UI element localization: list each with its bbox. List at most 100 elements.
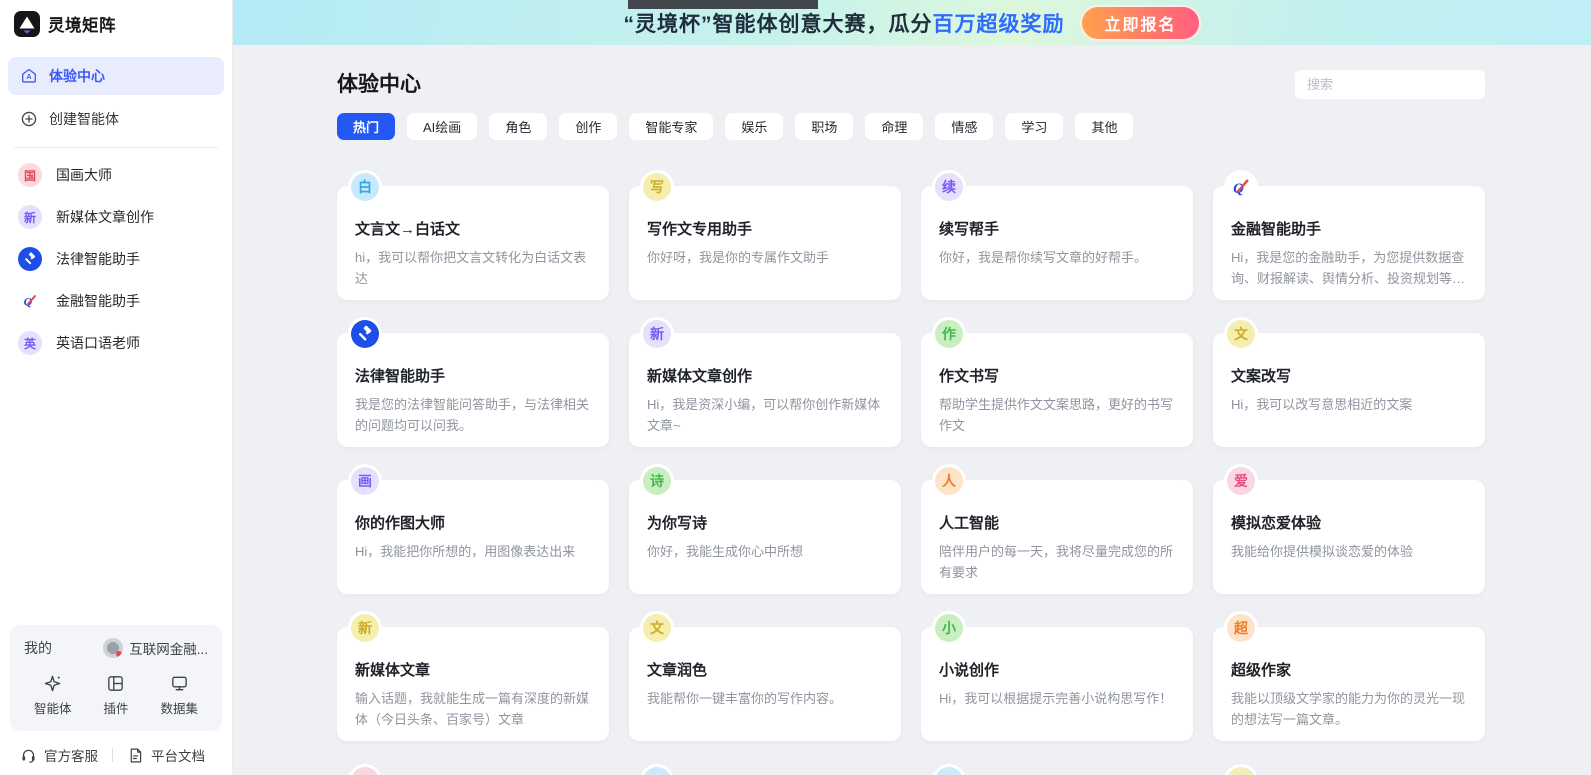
dataset-icon xyxy=(170,674,189,693)
card-title: 文言文→白话文 xyxy=(355,221,461,238)
tab-AI绘画[interactable]: AI绘画 xyxy=(407,113,478,140)
sidebar-agent-item[interactable]: Q 金融智能助手 xyxy=(8,280,224,322)
brand[interactable]: 灵境矩阵 xyxy=(0,0,232,37)
sidebar-agent-item[interactable]: 法律智能助手 xyxy=(8,238,224,280)
agent-card[interactable]: 新新媒体文章创作 Hi，我是资深小编，可以帮你创作新媒体文章~ xyxy=(629,320,901,447)
agent-initial-avatar: 新 xyxy=(18,205,42,229)
shortcut-label: 数据集 xyxy=(160,702,198,716)
sidebar-nav: A 体验中心 创建智能体 xyxy=(0,37,232,138)
agent-label: 英语口语老师 xyxy=(56,335,140,351)
tab-智能专家[interactable]: 智能专家 xyxy=(629,113,714,140)
agent-card[interactable]: 画你的作图大师 Hi，我能把你所想的，用图像表达出来 xyxy=(337,467,609,594)
card-description: Hi，我可以改写意思相近的文案 xyxy=(1231,397,1413,412)
agent-label: 法律智能助手 xyxy=(56,251,140,267)
footer-link-support[interactable]: 官方客服 xyxy=(20,745,98,765)
card-title: 为你写诗 xyxy=(647,515,708,532)
plus-circle-icon xyxy=(20,110,38,128)
agent-initial-avatar: 新 xyxy=(351,614,379,642)
agent-initial-avatar: 小 xyxy=(935,614,963,642)
tab-命理[interactable]: 命理 xyxy=(865,113,924,140)
shortcut-插件[interactable]: 插件 xyxy=(103,674,129,717)
card-description: 我能以顶级文学家的能力为你的灵光一现的想法写一篇文章。 xyxy=(1231,691,1466,728)
tab-娱乐[interactable]: 娱乐 xyxy=(725,113,784,140)
account-chip[interactable]: 互联网金融... xyxy=(103,638,208,658)
finance-q-logo-icon: Q xyxy=(18,289,42,313)
agent-card[interactable]: 法律智能助手 我是您的法律智能问答助手，与法律相关的问题均可以问我。 xyxy=(337,320,609,447)
footer-link-label: 官方客服 xyxy=(44,749,98,764)
card-title: 小说创作 xyxy=(939,662,1000,679)
card-title: 新媒体文章创作 xyxy=(647,368,753,385)
card-description: 你好，我是帮你续写文章的好帮手。 xyxy=(939,250,1148,265)
my-label: 我的 xyxy=(24,640,52,656)
category-tabs: 热门 AI绘画 角色 创作 智能专家 娱乐 职场 命理 情感 学习 其他 xyxy=(337,113,1485,140)
agent-card[interactable]: 小小说创作 Hi，我可以根据提示完善小说构思写作！ xyxy=(921,614,1193,741)
agent-label: 金融智能助手 xyxy=(56,293,140,309)
agent-card-grid: 白文言文→白话文 hi，我可以帮你把文言文转化为白话文表达 写写作文专用助手 你好呀，… xyxy=(337,173,1485,741)
agent-card[interactable]: 文文案改写 Hi，我可以改写意思相近的文案 xyxy=(1213,320,1485,447)
agent-card[interactable]: 写写作文专用助手 你好呀，我是你的专属作文助手 xyxy=(629,173,901,300)
sidebar-footer: 官方客服 平台文档 xyxy=(0,745,232,765)
card-description: 我能帮你一键丰富你的写作内容。 xyxy=(647,691,843,706)
tab-角色[interactable]: 角色 xyxy=(489,113,548,140)
panel-shortcuts: 智能体 插件 数据集 xyxy=(24,674,208,717)
headset-icon xyxy=(20,747,37,764)
promo-banner: “灵境杯”智能体创意大赛，瓜分百万超级奖励 立即报名 xyxy=(233,0,1591,45)
agent-label: 国画大师 xyxy=(56,167,112,183)
shortcut-数据集[interactable]: 数据集 xyxy=(160,674,198,717)
agent-initial-avatar: 超 xyxy=(1227,614,1255,642)
gavel-icon xyxy=(18,247,42,271)
agent-initial-avatar: 新 xyxy=(643,320,671,348)
tab-职场[interactable]: 职场 xyxy=(795,113,854,140)
agent-avatar xyxy=(1227,767,1255,775)
shortcut-label: 智能体 xyxy=(34,702,72,716)
agent-initial-avatar: 诗 xyxy=(643,467,671,495)
agent-initial-avatar: 英 xyxy=(18,331,42,355)
tab-其他[interactable]: 其他 xyxy=(1075,113,1134,140)
brand-logo-icon xyxy=(14,11,40,37)
tab-情感[interactable]: 情感 xyxy=(935,113,994,140)
nav-item-label: 创建智能体 xyxy=(49,111,119,127)
agent-avatar xyxy=(351,767,379,775)
agent-card[interactable]: 超超级作家 我能以顶级文学家的能力为你的灵光一现的想法写一篇文章。 xyxy=(1213,614,1485,741)
search-input[interactable] xyxy=(1295,70,1485,99)
agent-card[interactable]: 新新媒体文章 输入话题，我就能生成一篇有深度的新媒体（今日头条、百家号）文章 xyxy=(337,614,609,741)
agent-initial-avatar: 爱 xyxy=(1227,467,1255,495)
tab-创作[interactable]: 创作 xyxy=(559,113,618,140)
tab-学习[interactable]: 学习 xyxy=(1005,113,1064,140)
agent-card[interactable]: 文文章润色 我能帮你一键丰富你的写作内容。 xyxy=(629,614,901,741)
banner-highlight: 百万超级奖励 xyxy=(932,12,1065,36)
agent-initial-avatar: 国 xyxy=(18,163,42,187)
card-description: 陪伴用户的每一天，我将尽量完成您的所有要求 xyxy=(939,544,1174,581)
sidebar-agent-item[interactable]: 英英语口语老师 xyxy=(8,322,224,364)
agent-initial-avatar: 续 xyxy=(935,173,963,201)
sidebar-item-create-agent[interactable]: 创建智能体 xyxy=(8,100,224,138)
agent-card[interactable]: 爱模拟恋爱体验 我能给你提供模拟谈恋爱的体验 xyxy=(1213,467,1485,594)
signup-now-button[interactable]: 立即报名 xyxy=(1080,4,1201,41)
agent-card[interactable]: 人人工智能陪伴用户的每一天，我将尽量完成您的所有要求 xyxy=(921,467,1193,594)
footer-link-docs[interactable]: 平台文档 xyxy=(127,745,205,765)
agent-initial-avatar: 人 xyxy=(935,467,963,495)
card-title: 人工智能 xyxy=(939,515,1000,532)
card-title: 法律智能助手 xyxy=(355,368,446,385)
sidebar-agent-item[interactable]: 新新媒体文章创作 xyxy=(8,196,224,238)
card-description: 你好呀，我是你的专属作文助手 xyxy=(647,250,830,265)
agent-card[interactable]: Q 金融智能助手 Hi，我是您的金融助手，为您提供数据查询、财报解读、舆情分析、投资… xyxy=(1213,173,1485,300)
card-description: 我能给你提供模拟谈恋爱的体验 xyxy=(1231,544,1414,559)
agent-card[interactable]: 白文言文→白话文 hi，我可以帮你把文言文转化为白话文表达 xyxy=(337,173,609,300)
card-title: 文章润色 xyxy=(647,662,708,679)
shortcut-label: 插件 xyxy=(103,702,129,716)
card-title: 文案改写 xyxy=(1231,368,1292,385)
tab-热门[interactable]: 热门 xyxy=(337,113,396,140)
plugin-icon xyxy=(106,674,125,693)
sidebar-divider xyxy=(14,147,218,148)
sidebar-item-experience-center[interactable]: A 体验中心 xyxy=(8,57,224,95)
sidebar-agent-item[interactable]: 国国画大师 xyxy=(8,154,224,196)
agent-card[interactable]: 作作文书写 帮助学生提供作文文案思路，更好的书写作文 xyxy=(921,320,1193,447)
card-title: 金融智能助手 xyxy=(1231,221,1322,238)
card-description: Hi，我是您的金融助手，为您提供数据查询、财报解读、舆情分析、投资规划等一... xyxy=(1231,250,1465,287)
banner-text: “灵境杯”智能体创意大赛，瓜分百万超级奖励 xyxy=(623,12,1065,36)
shortcut-智能体[interactable]: 智能体 xyxy=(34,674,72,717)
agent-card[interactable]: 诗为你写诗 你好，我能生成你心中所想 xyxy=(629,467,901,594)
dark-overlay xyxy=(628,0,818,9)
agent-card[interactable]: 续续写帮手 你好，我是帮你续写文章的好帮手。 xyxy=(921,173,1193,300)
